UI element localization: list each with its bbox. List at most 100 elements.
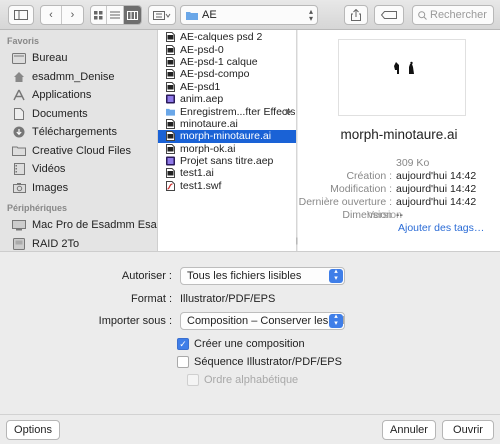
tag-button[interactable] <box>374 5 404 25</box>
autoriser-label: Autoriser : <box>121 270 172 282</box>
importer-label: Importer sous : <box>98 315 172 327</box>
path-label: AE <box>202 9 217 21</box>
sidebar-item-creative-cloud[interactable]: Creative Cloud Files <box>0 142 157 161</box>
sidebar-item-mac-pro[interactable]: Mac Pro de Esadmm Esa... <box>0 216 157 235</box>
checkbox-label: Séquence Illustrator/PDF/EPS <box>194 356 342 368</box>
devices-header: Périphériques <box>7 203 68 213</box>
button-label: Annuler <box>390 424 428 436</box>
creer-composition-checkbox[interactable]: ✓ Créer une composition <box>177 338 305 350</box>
file-name: AE-psd-0 <box>180 43 224 56</box>
sidebar-item-home[interactable]: esadmm_Denise <box>0 68 157 87</box>
applications-icon <box>12 89 26 101</box>
computer-icon <box>12 219 26 231</box>
back-forward-buttons: ‹ › <box>40 5 84 25</box>
file-list-item[interactable]: morph-ok.ai <box>158 143 296 155</box>
file-list-item[interactable]: AE-calques psd 2 <box>158 31 296 43</box>
sidebar-item-bureau[interactable]: Bureau <box>0 49 157 68</box>
file-name: AE-psd1 <box>180 80 221 93</box>
file-name: anim.aep <box>180 93 224 106</box>
preview-value: aujourd'hui 14:42 <box>396 183 477 195</box>
sidebar-toggle-icon <box>14 10 28 20</box>
options-button[interactable]: Options <box>6 420 60 440</box>
movies-icon <box>12 163 26 176</box>
file-list-item[interactable]: test1.swf <box>158 180 296 192</box>
checkbox-box <box>187 374 199 386</box>
file-name: test1.ai <box>180 167 214 180</box>
cancel-button[interactable]: Annuler <box>382 420 436 440</box>
file-name: minotaure.ai <box>180 117 238 130</box>
share-button[interactable] <box>344 5 368 25</box>
gallery-view-button[interactable] <box>148 5 176 25</box>
checkbox-label: Créer une composition <box>194 338 305 350</box>
file-list-item[interactable]: Enregistrem...fter Effects ▶ <box>158 105 296 118</box>
list-view-button[interactable] <box>107 6 124 24</box>
importer-popup[interactable]: Composition – Conserver les taill... ▴ ▾ <box>180 312 345 330</box>
sidebar-item-downloads[interactable]: Téléchargements <box>0 123 157 142</box>
preview-filename: morph-minotaure.ai <box>340 127 458 142</box>
drive-icon <box>12 237 26 250</box>
list-view-icon <box>110 11 121 19</box>
sidebar-item-label: RAID 2To <box>32 237 80 250</box>
checkbox-box <box>177 356 189 368</box>
add-tags-link[interactable]: Ajouter des tags… <box>398 222 484 234</box>
sidebar-item-label: Vidéos <box>32 163 66 176</box>
forward-button[interactable]: › <box>62 6 83 24</box>
sidebar-item-label: Mac Pro de Esadmm Esa... <box>32 219 157 232</box>
illustrator-file-icon <box>166 118 175 129</box>
after-effects-file-icon <box>166 156 175 166</box>
format-label: Format : <box>131 293 172 305</box>
file-list-item[interactable]: Projet sans titre.aep <box>158 155 296 167</box>
home-icon <box>12 71 26 83</box>
sidebar-toggle-button[interactable] <box>8 5 34 25</box>
button-label: Ouvrir <box>453 424 483 436</box>
file-name: morph-ok.ai <box>180 142 236 155</box>
open-button[interactable]: Ouvrir <box>442 420 494 440</box>
file-list-item[interactable]: AE-psd-0 <box>158 43 296 56</box>
chevron-updown-icon: ▴ ▾ <box>308 7 313 23</box>
icon-view-icon <box>94 10 103 19</box>
folder-icon <box>166 107 175 117</box>
minotaur-artwork <box>394 61 414 74</box>
illustrator-file-icon <box>166 143 175 154</box>
illustrator-file-icon <box>166 81 175 92</box>
autoriser-popup[interactable]: Tous les fichiers lisibles ▴ ▾ <box>180 267 345 285</box>
file-name: morph-minotaure.ai <box>180 130 272 143</box>
icon-view-button[interactable] <box>91 6 108 24</box>
preview-value: -- <box>396 209 403 221</box>
sidebar-item-applications[interactable]: Applications <box>0 86 157 105</box>
file-list-item[interactable]: AE-psd1 <box>158 81 296 93</box>
column-view-icon <box>126 10 138 20</box>
chevron-updown-icon: ▴ ▾ <box>329 313 343 328</box>
gallery-view-icon <box>153 10 171 20</box>
search-field[interactable]: Rechercher <box>412 5 494 25</box>
file-name: AE-psd-1 calque <box>180 55 258 68</box>
file-list-item[interactable]: minotaure.ai <box>158 118 296 130</box>
preview-pane: morph-minotaure.ai 309 Ko Création : auj… <box>298 30 500 251</box>
file-name: test1.swf <box>180 179 222 192</box>
sidebar-item-images[interactable]: Images <box>0 179 157 198</box>
back-button[interactable]: ‹ <box>41 6 63 24</box>
preview-thumbnail <box>338 39 466 116</box>
documents-icon <box>12 107 26 120</box>
sequence-checkbox[interactable]: Séquence Illustrator/PDF/EPS <box>177 356 342 368</box>
file-list-item[interactable]: anim.aep <box>158 93 296 105</box>
sidebar-item-documents[interactable]: Documents <box>0 105 157 124</box>
sidebar-item-videos[interactable]: Vidéos <box>0 160 157 179</box>
illustrator-file-icon <box>166 69 175 80</box>
ordre-alphabetique-checkbox[interactable]: Ordre alphabétique <box>187 374 298 386</box>
file-list-item[interactable]: AE-psd-1 calque <box>158 56 296 68</box>
sidebar-item-label: Creative Cloud Files <box>32 144 132 157</box>
column-view-button[interactable] <box>123 6 141 24</box>
sidebar-item-label: esadmm_Denise <box>32 70 115 83</box>
illustrator-file-icon <box>166 44 175 55</box>
checkmark-icon: ✓ <box>177 338 189 350</box>
file-list-item[interactable]: test1.ai <box>158 167 296 179</box>
path-popup[interactable]: AE ▴ ▾ <box>180 5 318 25</box>
sidebar-item-label: Bureau <box>32 52 68 65</box>
tag-icon <box>381 11 397 19</box>
search-placeholder: Rechercher <box>430 9 487 21</box>
file-list: AE-calques psd 2 AE-psd-0 AE-psd-1 calque A… <box>158 31 296 192</box>
file-list-item[interactable]: AE-psd-compo <box>158 68 296 80</box>
illustrator-file-icon <box>166 131 175 142</box>
file-list-item[interactable]: morph-minotaure.ai <box>158 130 296 143</box>
